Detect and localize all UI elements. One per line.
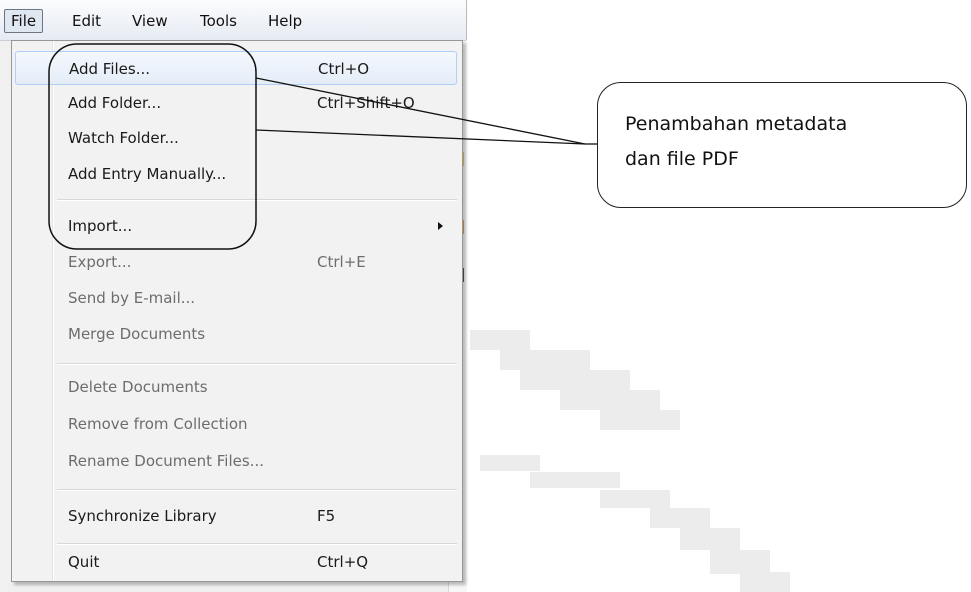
annotation-pointer-line	[255, 129, 586, 145]
annotation-callout-text: Penambahan metadata dan file PDF	[625, 113, 848, 170]
annotation-callout: Penambahan metadata dan file PDF	[597, 82, 967, 208]
annotation-highlight-box	[48, 43, 257, 250]
annotation-pointer-line	[255, 77, 586, 145]
